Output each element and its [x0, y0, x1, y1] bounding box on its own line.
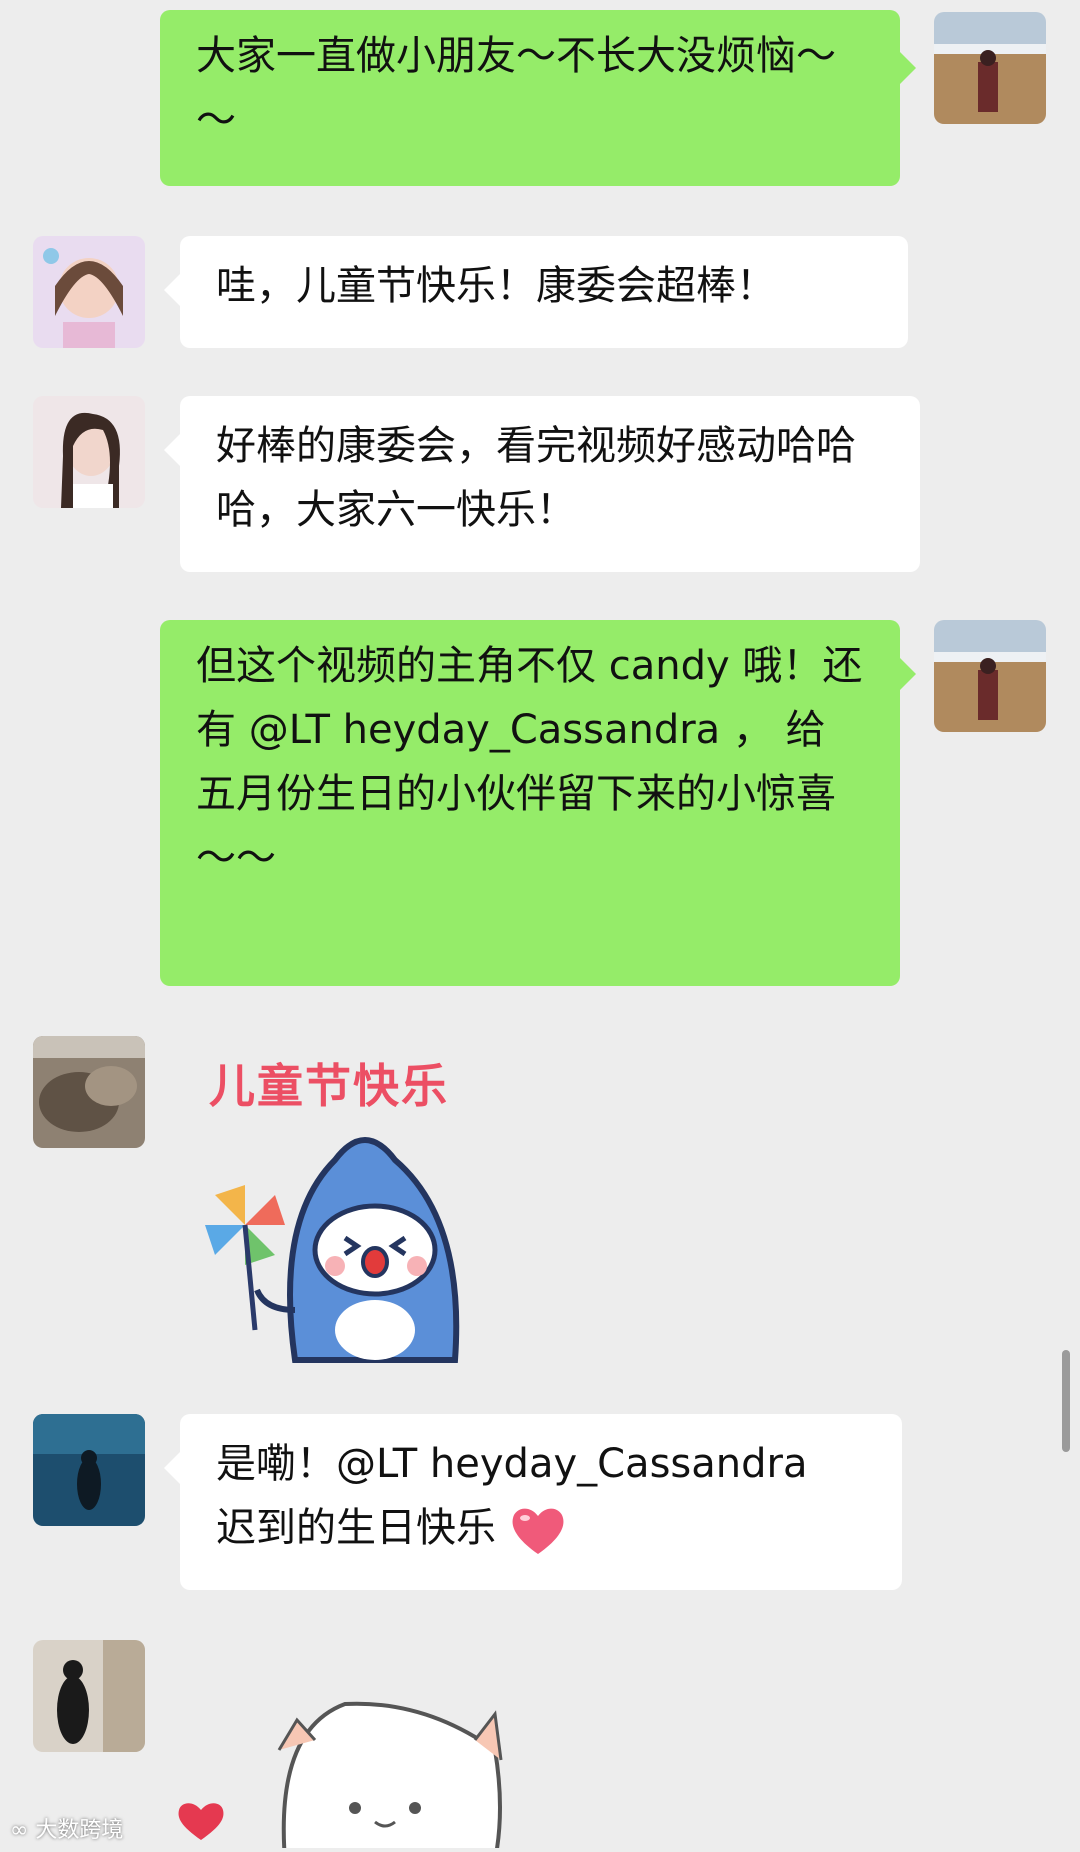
contact-avatar[interactable] — [33, 1036, 145, 1148]
scrollbar[interactable] — [1062, 1350, 1070, 1452]
bubble-tail — [900, 658, 916, 690]
message-text: 好棒的康委会，看完视频好感动哈哈哈，大家六一快乐！ — [216, 423, 856, 533]
watermark-text: 大数跨境 — [35, 1818, 124, 1843]
heart-icon — [512, 1508, 564, 1554]
my-avatar[interactable] — [934, 12, 1046, 124]
watermark: ∞ 大数跨境 — [10, 1812, 123, 1844]
message-text-line-1: 是嘞！@LT heyday_Cassandra — [216, 1441, 808, 1487]
contact-message-bubble[interactable]: 哇，儿童节快乐！康委会超棒！ — [180, 236, 908, 348]
bubble-tail — [164, 274, 180, 306]
sticker-penguin[interactable]: 儿童节快乐 — [185, 1040, 515, 1370]
bubble-tail — [164, 434, 180, 466]
contact-avatar[interactable] — [33, 236, 145, 348]
message-text: 但这个视频的主角不仅 candy 哦！还有 @LT heyday_Cassand… — [196, 643, 863, 881]
message-text: 大家一直做小朋友～不长大没烦恼～～ — [196, 33, 836, 143]
my-message-bubble[interactable]: 但这个视频的主角不仅 candy 哦！还有 @LT heyday_Cassand… — [160, 620, 900, 986]
contact-message-bubble[interactable]: 是嘞！@LT heyday_Cassandra 迟到的生日快乐 — [180, 1414, 902, 1590]
cat-heart-icon — [178, 1701, 503, 1852]
message-text-line-2-row: 迟到的生日快乐 — [216, 1496, 866, 1560]
penguin-pinwheel-icon — [205, 1137, 460, 1363]
bubble-tail — [164, 1452, 180, 1484]
message-text-line-2: 迟到的生日快乐 — [216, 1505, 496, 1551]
my-message-bubble[interactable]: 大家一直做小朋友～不长大没烦恼～～ — [160, 10, 900, 186]
contact-avatar[interactable] — [33, 1414, 145, 1526]
my-avatar[interactable] — [934, 620, 1046, 732]
watermark-logo-icon: ∞ — [10, 1818, 29, 1843]
contact-avatar[interactable] — [33, 396, 145, 508]
contact-message-bubble[interactable]: 好棒的康委会，看完视频好感动哈哈哈，大家六一快乐！ — [180, 396, 920, 572]
message-text: 哇，儿童节快乐！康委会超棒！ — [216, 263, 776, 309]
contact-avatar[interactable] — [33, 1640, 145, 1752]
bubble-tail — [900, 52, 916, 84]
sticker-white-cat[interactable] — [175, 1690, 515, 1852]
